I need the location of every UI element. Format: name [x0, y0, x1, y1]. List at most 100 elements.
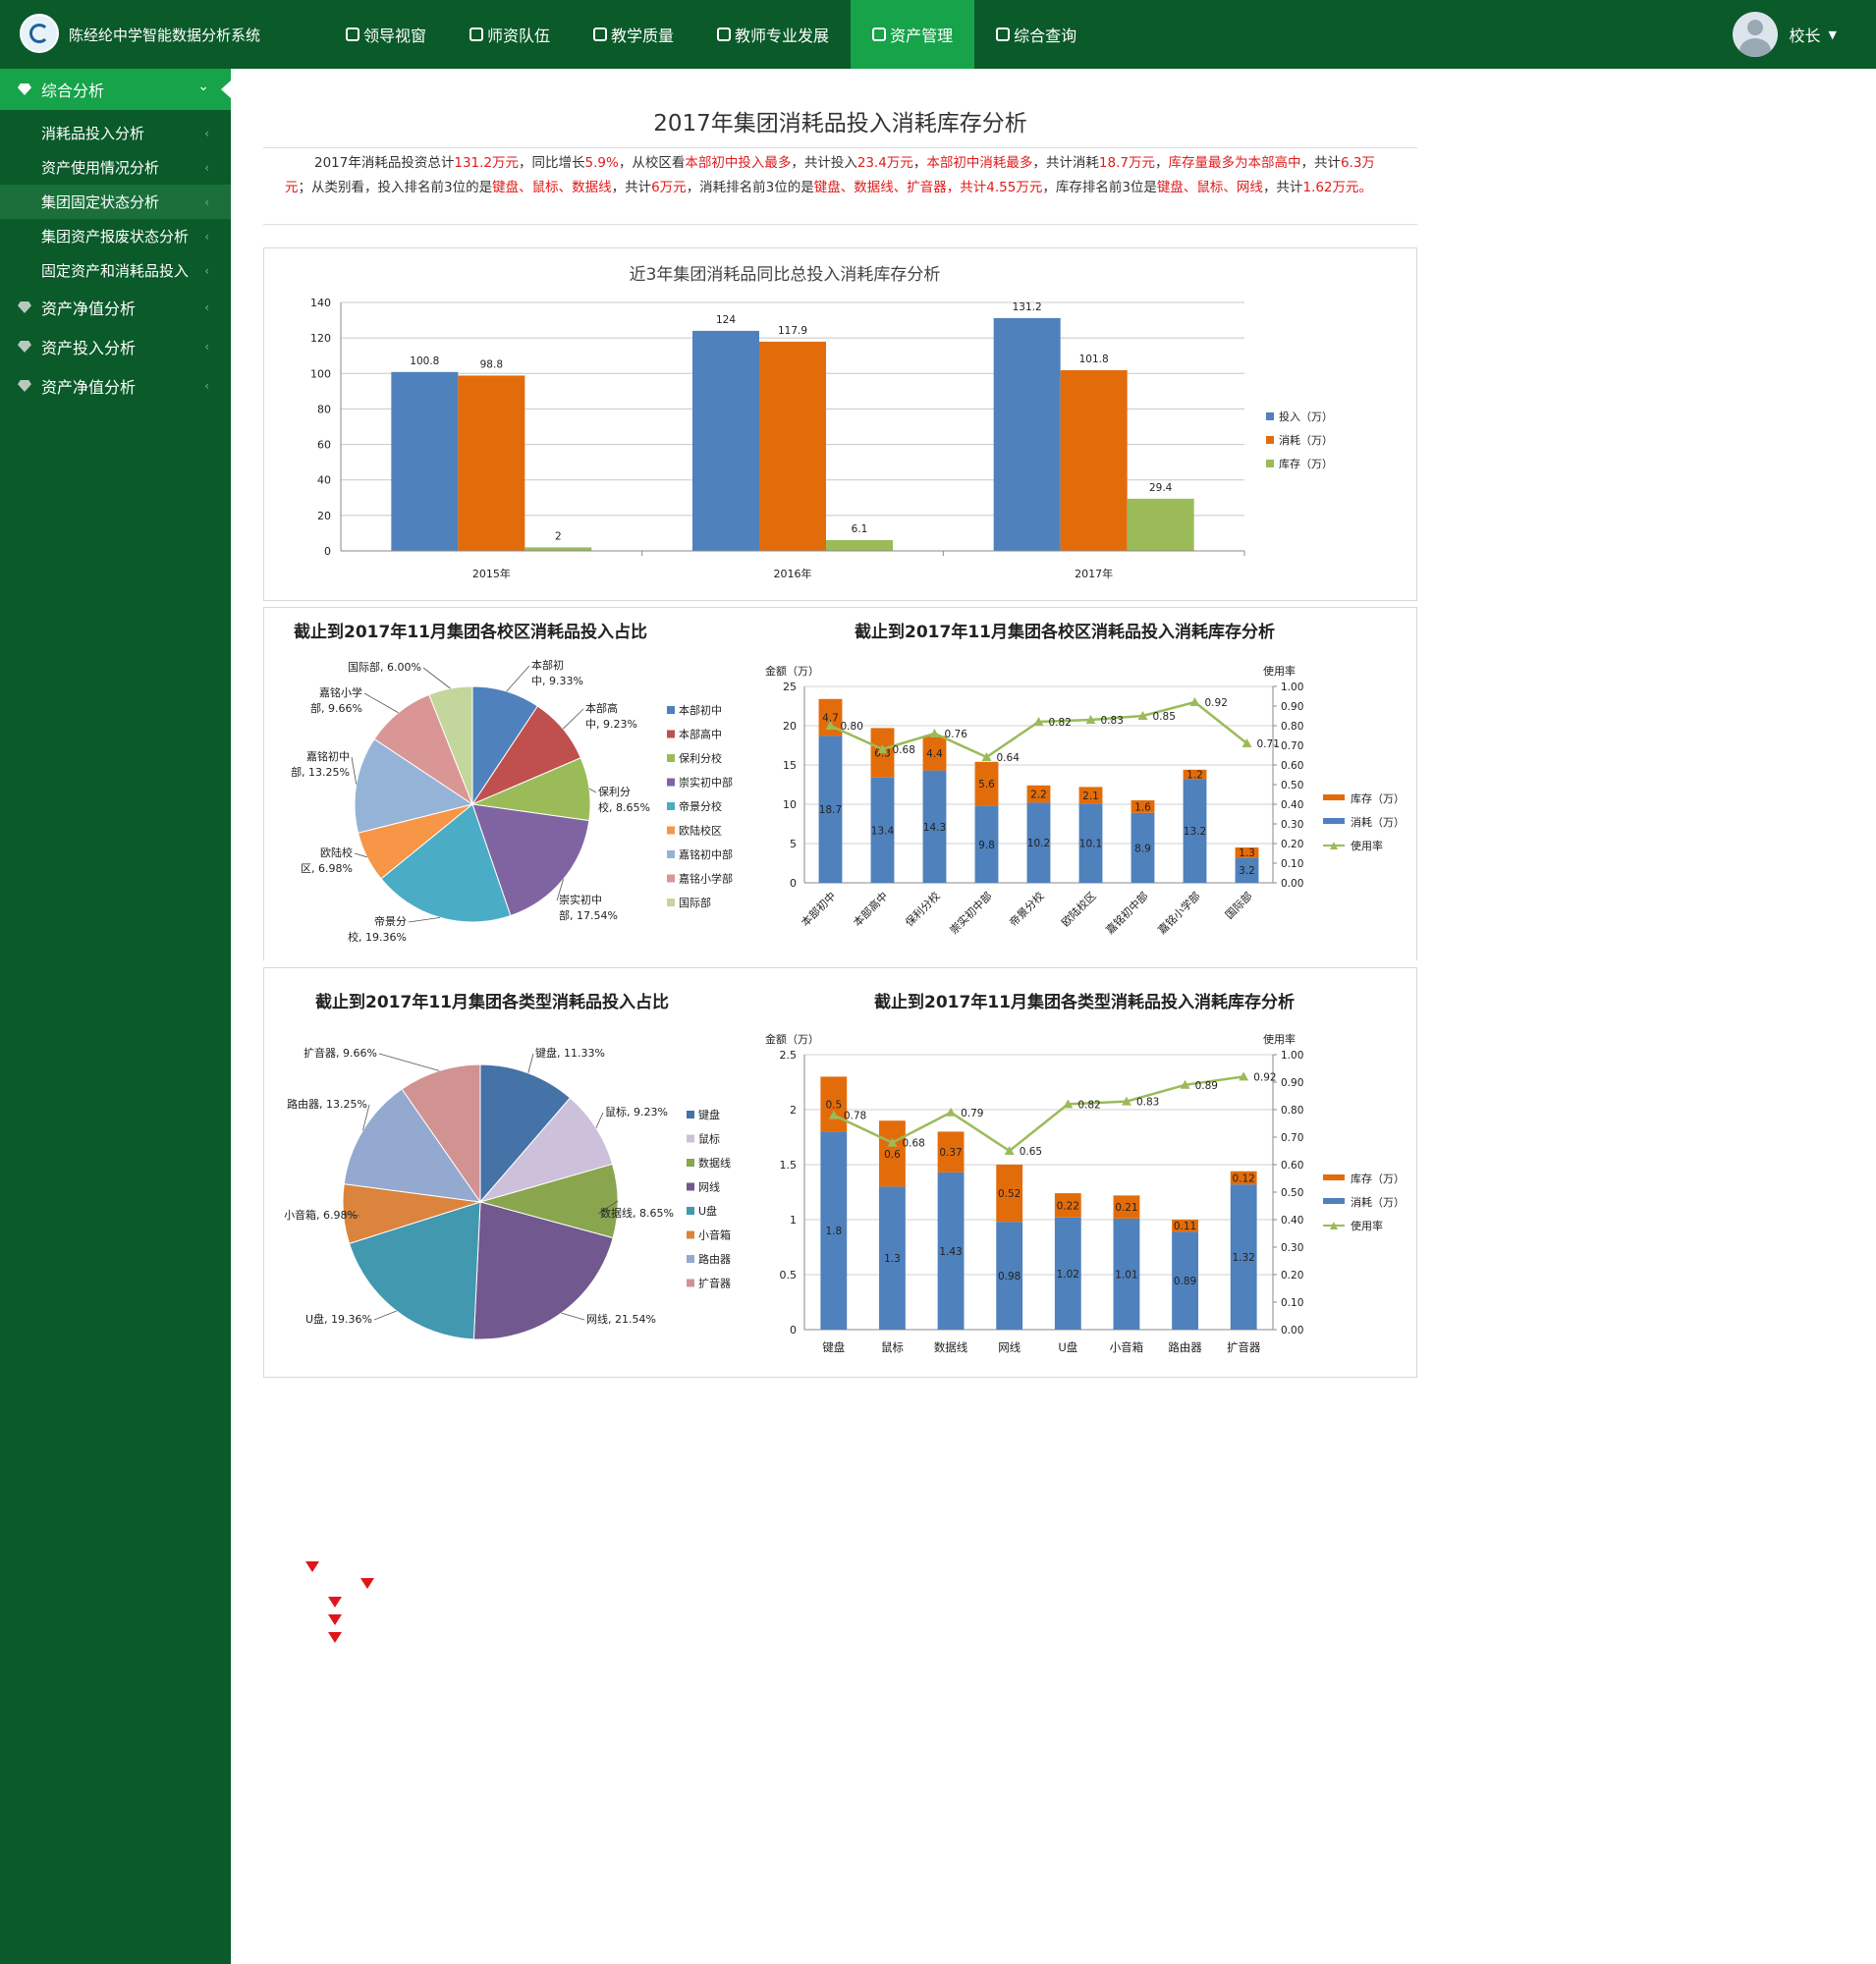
leader-icon — [346, 27, 359, 41]
nav-item-4[interactable]: 资产管理 — [851, 0, 975, 69]
caret-down-icon[interactable]: ▼ — [1829, 28, 1837, 41]
sidebar-subitem-label: 集团固定状态分析 — [41, 193, 160, 211]
sidebar-group-2[interactable]: 资产净值分析 ‹ — [0, 366, 231, 406]
summary-fragment: ， — [1154, 155, 1169, 171]
summary-fragment: ， — [912, 155, 927, 171]
legend-label: 库存（万） — [1351, 791, 1405, 805]
user-name[interactable]: 校长 — [1790, 23, 1821, 46]
data-label: 0.21 — [1115, 1202, 1137, 1214]
sidebar-group-0[interactable]: 资产净值分析 ‹ — [0, 288, 231, 327]
nav-item-1[interactable]: 师资队伍 — [448, 0, 572, 69]
diamond-icon — [18, 83, 31, 95]
y2-tick-label: 1.00 — [1281, 682, 1303, 693]
school-logo-icon — [20, 14, 59, 53]
legend-label: 保利分校 — [679, 751, 722, 765]
y-tick-label: 140 — [310, 297, 331, 309]
chevron-left-icon: ‹ — [204, 379, 209, 393]
legend-label: 帝景分校 — [679, 799, 722, 813]
campus-charts: 截止到2017年11月集团各校区消耗品投入占比本部初中, 9.33%本部初中本部… — [291, 622, 1405, 944]
y-tick-label: 1 — [790, 1214, 797, 1227]
legend-label: 数据线 — [698, 1156, 731, 1170]
legend-swatch — [667, 850, 675, 858]
x-tick-label: 国际部 — [1222, 889, 1254, 921]
y2-axis-label: 使用率 — [1263, 1032, 1296, 1046]
data-label: 2 — [555, 530, 562, 542]
legend-label: 路由器 — [698, 1252, 731, 1266]
leader-line — [422, 667, 451, 689]
pie-label: 键盘, 11.33% — [535, 1046, 605, 1060]
summary-fragment: ，共计投入 — [791, 155, 857, 171]
sidebar-subitem-4[interactable]: 固定资产和消耗品投入 ‹ — [0, 253, 231, 288]
bar — [1127, 498, 1194, 551]
y2-tick-label: 0.40 — [1281, 1215, 1303, 1227]
summary-fragment: ，共计消耗 — [1032, 155, 1099, 171]
summary-fragment: ；从类别看，投入排名前3位的是 — [298, 180, 493, 195]
data-label: 3.2 — [1239, 865, 1255, 877]
chevron-left-icon: ‹ — [204, 194, 209, 209]
sidebar-subitem-3[interactable]: 集团资产报废状态分析 ‹ — [0, 219, 231, 253]
summary-fragment: 5.9% — [584, 155, 619, 171]
data-label: 131.2 — [1013, 301, 1042, 313]
nav-item-0[interactable]: 领导视窗 — [324, 0, 448, 69]
bar — [1060, 370, 1128, 551]
quality-icon — [593, 27, 608, 41]
red-marker-icon — [328, 1614, 342, 1625]
sidebar-item-comprehensive-analysis[interactable]: 综合分析 ⌄ — [0, 69, 231, 110]
chart-title: 截止到2017年11月集团各类型消耗品投入消耗库存分析 — [874, 992, 1295, 1012]
sidebar-group-1[interactable]: 资产投入分析 ‹ — [0, 327, 231, 366]
x-tick-label: 扩音器 — [1227, 1340, 1261, 1354]
sidebar-subitem-2[interactable]: 集团固定状态分析 ‹ — [0, 185, 231, 219]
legend-label: 嘉铭小学部 — [679, 872, 733, 886]
bar — [993, 317, 1061, 551]
analysis-summary: 2017年消耗品投资总计131.2万元，同比增长5.9%，从校区看本部初中投入最… — [285, 151, 1395, 200]
summary-fragment: 131.2万元 — [454, 155, 520, 171]
rate-label: 0.82 — [1049, 717, 1072, 729]
rate-label: 0.89 — [1195, 1080, 1218, 1092]
asset-icon — [872, 27, 887, 41]
nav-item-5[interactable]: 综合查询 — [974, 0, 1098, 69]
nav-item-label: 教学质量 — [611, 27, 675, 45]
rate-marker — [1189, 697, 1200, 706]
rate-label: 0.92 — [1253, 1071, 1276, 1083]
legend-swatch — [687, 1111, 694, 1118]
data-label: 1.43 — [939, 1246, 962, 1258]
user-avatar[interactable] — [1732, 12, 1778, 57]
x-tick-label: 2015年 — [472, 567, 511, 580]
teacher-icon — [469, 27, 484, 41]
bar — [458, 375, 525, 551]
pie-label: 欧陆校 — [320, 846, 353, 859]
x-tick-label: 路由器 — [1168, 1340, 1202, 1354]
user-menu[interactable]: 校长 ▼ — [1732, 11, 1837, 58]
y2-tick-label: 0.50 — [1281, 780, 1303, 791]
x-tick-label: 保利分校 — [903, 889, 943, 929]
y2-tick-label: 0.50 — [1281, 1187, 1303, 1199]
summary-fragment: 23.4万元 — [856, 155, 913, 171]
nav-item-3[interactable]: 教师专业发展 — [695, 0, 851, 69]
chevron-down-icon[interactable]: ⌄ — [197, 79, 209, 94]
sidebar-subitem-0[interactable]: 消耗品投入分析 ‹ — [0, 116, 231, 150]
y2-tick-label: 0.70 — [1281, 740, 1303, 752]
legend-label: 键盘 — [698, 1108, 720, 1121]
nav-item-2[interactable]: 教学质量 — [572, 0, 695, 69]
x-tick-label: 键盘 — [822, 1340, 845, 1354]
legend-swatch — [1266, 436, 1274, 444]
rate-label: 0.92 — [1205, 697, 1228, 709]
red-marker-icon — [328, 1597, 342, 1608]
sidebar-subitem-label: 固定资产和消耗品投入 — [41, 262, 190, 280]
rate-label: 0.76 — [945, 729, 968, 740]
data-label: 0.22 — [1057, 1200, 1079, 1212]
legend-label: 嘉铭初中部 — [679, 847, 733, 861]
pie-label: 部, 17.54% — [559, 908, 618, 922]
y-tick-label: 10 — [783, 798, 797, 811]
sidebar-subitem-1[interactable]: 资产使用情况分析 ‹ — [0, 150, 231, 185]
legend-swatch — [687, 1182, 694, 1191]
legend-label: 小音箱 — [698, 1228, 731, 1242]
y-tick-label: 0 — [324, 545, 331, 558]
data-label: 0.52 — [998, 1188, 1021, 1200]
rate-label: 0.65 — [1020, 1146, 1042, 1158]
sidebar-group-label: 资产投入分析 — [41, 339, 137, 357]
data-label: 8.9 — [1134, 843, 1151, 854]
legend-label: 本部初中 — [679, 703, 722, 717]
divider — [263, 224, 1417, 225]
pie-label: 鼠标, 9.23% — [605, 1105, 668, 1118]
